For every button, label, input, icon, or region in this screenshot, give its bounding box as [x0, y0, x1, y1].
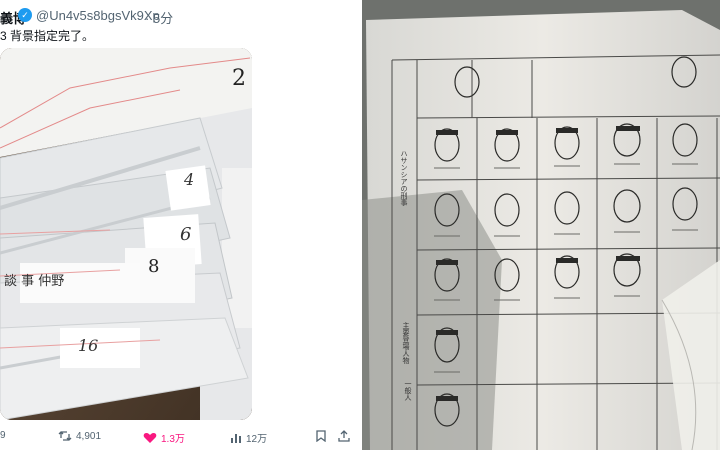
- post-time[interactable]: · 5分: [145, 8, 173, 27]
- views-count: 12万: [246, 434, 268, 445]
- like-count: 1.3万: [161, 434, 185, 445]
- post-photo-1[interactable]: 2 4 6 8 16 談 事 仲野: [0, 48, 252, 420]
- views-button[interactable]: 12万: [230, 430, 267, 445]
- sheet-margin-label: 一般人: [404, 380, 411, 401]
- sheet-number-label: 2: [232, 66, 246, 91]
- sheet-number-label: 6: [180, 224, 192, 245]
- sheet-margin-label: ハサンシアの刑事: [400, 150, 407, 206]
- bookmark-button[interactable]: [316, 430, 326, 442]
- sleeves-photo: [0, 48, 252, 420]
- sheet-number-label: 16: [78, 336, 99, 355]
- author-handle[interactable]: @Un4v5s8bgsVk9Xp: [36, 8, 160, 23]
- character-sheet-photo: [362, 0, 720, 450]
- bookmark-icon: [316, 430, 326, 442]
- like-button[interactable]: 1.3万: [143, 430, 185, 445]
- share-button[interactable]: [338, 430, 350, 442]
- repost-button[interactable]: 4,901: [58, 430, 101, 442]
- share-icon: [338, 430, 350, 442]
- reply-count: 9: [0, 430, 6, 441]
- post-photo-2[interactable]: ハサンシアの刑事 主要登場人物 一般人: [362, 0, 720, 450]
- sheet-margin-label: 主要登場人物: [402, 322, 409, 364]
- sheet-number-label: 4: [184, 170, 195, 189]
- post-header: 義博 ✓ @Un4v5s8bgsVk9Xp · 5分: [0, 0, 360, 26]
- sheet-number-label: 8: [148, 256, 160, 277]
- heart-icon: [143, 432, 157, 443]
- post-actions: 9 4,901 1.3万 12万: [0, 426, 360, 448]
- handwritten-note: 談 事 仲野: [4, 274, 65, 289]
- repost-count: 4,901: [76, 430, 102, 442]
- analytics-icon: [231, 433, 241, 443]
- post-text: 3 背景指定完了。: [0, 29, 95, 43]
- verified-badge-icon: ✓: [18, 8, 32, 22]
- photo-divider: [357, 0, 361, 450]
- repost-icon: [58, 431, 72, 441]
- reply-button[interactable]: 9: [0, 430, 6, 441]
